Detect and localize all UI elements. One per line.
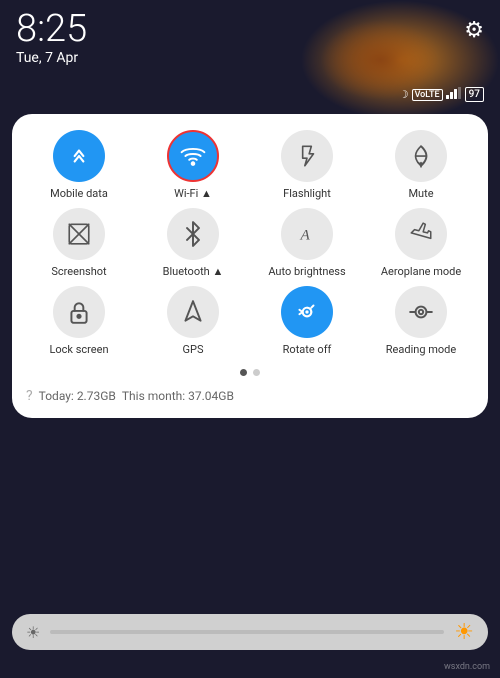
tile-wifi[interactable]: Wi-Fi ▲ (138, 130, 248, 200)
tile-gps[interactable]: GPS (138, 286, 248, 356)
dot-1 (240, 369, 247, 376)
wifi-icon (167, 130, 219, 182)
reading-label: Reading mode (386, 343, 456, 356)
moon-icon: ☽ (399, 88, 409, 101)
tile-screenshot[interactable]: Screenshot (24, 208, 134, 278)
flashlight-icon (281, 130, 333, 182)
svg-text:A: A (300, 227, 311, 244)
wifi-label: Wi-Fi ▲ (174, 187, 212, 200)
tile-mute[interactable]: Mute (366, 130, 476, 200)
volte-icon: VoLTE (412, 89, 443, 101)
today-usage: Today: 2.73GB (39, 389, 116, 403)
tile-lock-screen[interactable]: Lock screen (24, 286, 134, 356)
flashlight-label: Flashlight (283, 187, 331, 200)
rotate-icon (281, 286, 333, 338)
dot-2 (253, 369, 260, 376)
data-usage-row: ? Today: 2.73GB This month: 37.04GB (24, 384, 476, 406)
tile-bluetooth[interactable]: Bluetooth ▲ (138, 208, 248, 278)
screenshot-label: Screenshot (51, 265, 106, 278)
mute-label: Mute (408, 187, 433, 200)
brightness-high-icon: ☀ (454, 620, 474, 645)
lock-screen-label: Lock screen (49, 343, 108, 356)
tile-flashlight[interactable]: Flashlight (252, 130, 362, 200)
settings-icon[interactable]: ⚙ (464, 18, 484, 43)
mute-icon (395, 130, 447, 182)
data-usage-icon: ? (26, 388, 33, 404)
watermark: wsxdn.com (444, 662, 490, 672)
signal-icon (446, 87, 462, 102)
brightness-low-icon: ☀ (26, 623, 40, 642)
gps-icon (167, 286, 219, 338)
status-bar: 8:25 Tue, 7 Apr ⚙ ☽ VoLTE 97 (0, 0, 500, 106)
auto-brightness-icon: A (281, 208, 333, 260)
aeroplane-icon (395, 208, 447, 260)
tiles-grid: Mobile data Wi-Fi ▲ Flashlight (24, 130, 476, 357)
auto-brightness-label: Auto brightness (268, 265, 345, 278)
battery-icon: 97 (465, 87, 484, 102)
brightness-bar[interactable]: ☀ ☀ (12, 614, 488, 650)
tile-reading[interactable]: Reading mode (366, 286, 476, 356)
page-dots (24, 369, 476, 376)
tile-mobile-data[interactable]: Mobile data (24, 130, 134, 200)
reading-mode-icon (395, 286, 447, 338)
brightness-track[interactable] (50, 630, 444, 634)
gps-label: GPS (183, 343, 204, 356)
screenshot-icon (53, 208, 105, 260)
tile-aeroplane[interactable]: Aeroplane mode (366, 208, 476, 278)
rotate-label: Rotate off (283, 343, 332, 356)
bluetooth-icon (167, 208, 219, 260)
mobile-data-label: Mobile data (50, 187, 108, 200)
month-usage: This month: 37.04GB (122, 389, 234, 403)
date-display: Tue, 7 Apr (16, 50, 87, 66)
tile-rotate[interactable]: Rotate off (252, 286, 362, 356)
quick-settings-panel: Mobile data Wi-Fi ▲ Flashlight (12, 114, 488, 418)
bluetooth-label: Bluetooth ▲ (163, 265, 224, 278)
mobile-data-icon (53, 130, 105, 182)
aeroplane-label: Aeroplane mode (381, 265, 461, 278)
tile-auto-brightness[interactable]: A Auto brightness (252, 208, 362, 278)
lock-screen-icon (53, 286, 105, 338)
time-display: 8:25 (16, 10, 87, 48)
